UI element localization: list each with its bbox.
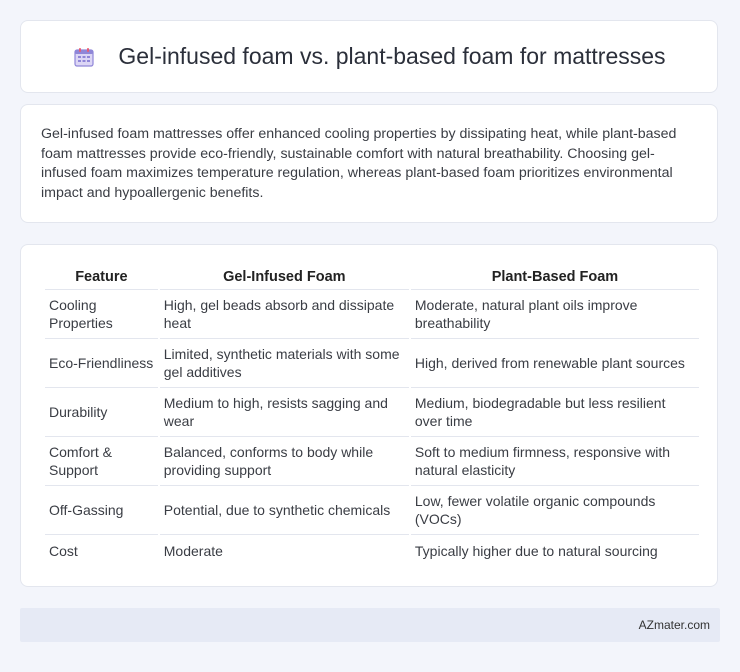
feature-cell: Cooling Properties xyxy=(45,290,158,339)
column-header-gel: Gel-Infused Foam xyxy=(159,265,409,290)
plant-cell: Medium, biodegradable but less resilient… xyxy=(410,388,699,437)
gel-cell: Moderate xyxy=(163,542,223,559)
table-row: Comfort & Support Balanced, conforms to … xyxy=(45,437,699,486)
feature-cell: Cost xyxy=(49,542,78,559)
footer-site-link[interactable]: AZmater.com xyxy=(639,618,710,632)
plant-cell: Soft to medium firmness, responsive with… xyxy=(410,437,699,486)
table-row: Durability Medium to high, resists saggi… xyxy=(45,388,699,437)
table-row: Cost Moderate Typically higher due to na… xyxy=(45,535,699,566)
title-card: Gel-infused foam vs. plant-based foam fo… xyxy=(20,20,718,93)
footer: AZmater.com xyxy=(20,608,720,642)
gel-cell: Medium to high, resists sagging and wear xyxy=(159,388,409,437)
table-row: Eco-Friendliness Limited, synthetic mate… xyxy=(45,339,699,388)
intro-text: Gel-infused foam mattresses offer enhanc… xyxy=(41,126,677,201)
calendar-icon xyxy=(74,47,95,67)
feature-cell: Off-Gassing xyxy=(45,486,158,535)
gel-cell: Potential, due to synthetic chemicals xyxy=(159,486,409,535)
gel-cell: Limited, synthetic materials with some g… xyxy=(159,339,409,388)
plant-cell: Typically higher due to natural sourcing xyxy=(414,542,658,559)
table-row: Off-Gassing Potential, due to synthetic … xyxy=(45,486,699,535)
column-header-plant: Plant-Based Foam xyxy=(410,265,699,290)
gel-cell: High, gel beads absorb and dissipate hea… xyxy=(159,290,409,339)
feature-cell: Durability xyxy=(45,388,158,437)
comparison-table: Feature Gel-Infused Foam Plant-Based Foa… xyxy=(43,265,701,566)
plant-cell: Low, fewer volatile organic compounds (V… xyxy=(410,486,699,535)
comparison-card: Feature Gel-Infused Foam Plant-Based Foa… xyxy=(20,244,718,587)
plant-cell: High, derived from renewable plant sourc… xyxy=(410,339,699,388)
table-row: Cooling Properties High, gel beads absor… xyxy=(45,290,699,339)
column-header-feature: Feature xyxy=(45,265,158,290)
feature-cell: Comfort & Support xyxy=(45,437,158,486)
page-title: Gel-infused foam vs. plant-based foam fo… xyxy=(118,43,666,69)
feature-cell: Eco-Friendliness xyxy=(45,339,158,388)
plant-cell: Moderate, natural plant oils improve bre… xyxy=(410,290,699,339)
gel-cell: Balanced, conforms to body while providi… xyxy=(159,437,409,486)
intro-card: Gel-infused foam mattresses offer enhanc… xyxy=(20,104,718,223)
table-header-row: Feature Gel-Infused Foam Plant-Based Foa… xyxy=(45,265,699,290)
